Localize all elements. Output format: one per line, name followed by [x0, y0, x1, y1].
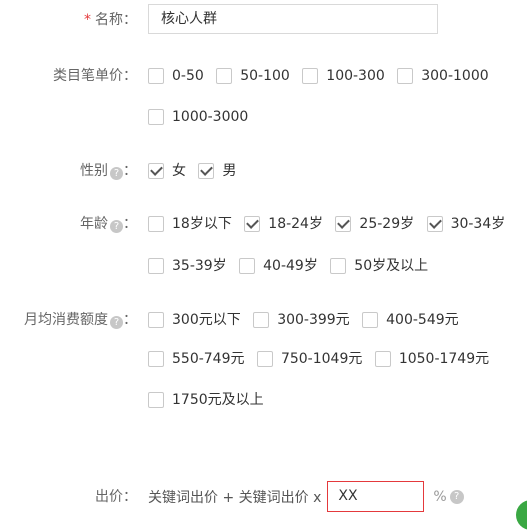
spend-option-400-549[interactable]: 400-549元: [362, 310, 459, 330]
spend-option-300-399[interactable]: 300-399元: [253, 310, 350, 330]
bid-row: 关键词出价 + 关键词出价 x XX % ?: [148, 481, 464, 512]
checkbox[interactable]: [148, 392, 164, 408]
option-label: 1050-1749元: [398, 351, 490, 367]
name-input[interactable]: 核心人群: [148, 4, 438, 34]
checkbox[interactable]: [148, 351, 164, 367]
option-label: 100-300: [326, 68, 385, 84]
checkbox[interactable]: [148, 258, 164, 274]
option-label: 18岁以下: [172, 216, 232, 232]
required-mark: *: [84, 12, 91, 28]
label-colon: ：: [123, 216, 137, 232]
option-label: 男: [222, 163, 237, 179]
monthly-spend-row-3: 1750元及以上: [148, 390, 272, 410]
category-price-option-0-50[interactable]: 0-50: [148, 66, 204, 86]
spend-option-1750-plus[interactable]: 1750元及以上: [148, 390, 264, 410]
checkbox[interactable]: [374, 351, 391, 367]
option-label: 18-24岁: [268, 216, 323, 232]
category-price-option-1000-3000[interactable]: 1000-3000: [148, 107, 248, 127]
age-option-40-49[interactable]: 40-49岁: [239, 256, 318, 276]
checkbox[interactable]: [148, 109, 164, 125]
age-row-1: 18岁以下 18-24岁 25-29岁 30-34岁: [148, 214, 513, 234]
checkbox-checked[interactable]: [148, 163, 164, 179]
gender-option-male[interactable]: 男: [198, 161, 236, 181]
age-option-under-18[interactable]: 18岁以下: [148, 214, 232, 234]
checkbox[interactable]: [253, 312, 270, 328]
option-label: 50-100: [240, 68, 290, 84]
gender-label: 性别?：: [80, 161, 137, 181]
spend-option-750-1049[interactable]: 750-1049元: [256, 349, 363, 369]
checkbox[interactable]: [148, 216, 164, 232]
option-label: 30-34岁: [450, 216, 506, 232]
age-option-50-plus[interactable]: 50岁及以上: [330, 256, 428, 276]
label-colon: ：: [123, 312, 137, 328]
category-price-option-50-100[interactable]: 50-100: [216, 66, 290, 86]
spend-option-under-300[interactable]: 300元以下: [148, 310, 241, 330]
checkbox[interactable]: [239, 258, 256, 274]
monthly-spend-row-2: 550-749元 750-1049元 1050-1749元: [148, 349, 497, 369]
checkbox[interactable]: [148, 68, 164, 84]
checkbox[interactable]: [330, 258, 347, 274]
help-icon[interactable]: ?: [110, 167, 123, 180]
option-label: 50岁及以上: [354, 258, 429, 274]
age-row-2: 35-39岁 40-49岁 50岁及以上: [148, 256, 436, 276]
checkbox-checked[interactable]: [198, 163, 215, 179]
age-option-30-34[interactable]: 30-34岁: [426, 214, 506, 234]
category-price-option-300-1000[interactable]: 300-1000: [397, 66, 489, 86]
option-label: 550-749元: [172, 351, 245, 367]
option-label: 750-1049元: [280, 351, 363, 367]
option-label: 300-399元: [277, 312, 350, 328]
bid-formula: 关键词出价 + 关键词出价 x: [148, 489, 322, 506]
monthly-spend-row-1: 300元以下 300-399元 400-549元: [148, 310, 467, 330]
option-label: 400-549元: [386, 312, 459, 328]
help-icon[interactable]: ?: [449, 489, 464, 504]
gender-row: 女 男: [148, 161, 244, 181]
label-colon: ：: [123, 163, 137, 179]
bid-label: 出价：: [95, 489, 137, 505]
option-label: 1750元及以上: [172, 392, 264, 408]
bid-percent-input[interactable]: XX: [327, 481, 425, 512]
checkbox[interactable]: [256, 351, 273, 367]
option-label: 25-29岁: [359, 216, 415, 232]
help-icon[interactable]: ?: [110, 316, 123, 329]
option-label: 0-50: [172, 68, 204, 84]
checkbox[interactable]: [302, 68, 319, 84]
checkbox[interactable]: [216, 68, 233, 84]
category-price-option-100-300[interactable]: 100-300: [302, 66, 385, 86]
gender-option-female[interactable]: 女: [148, 161, 186, 181]
checkbox-checked[interactable]: [335, 216, 352, 232]
age-option-25-29[interactable]: 25-29岁: [335, 214, 414, 234]
age-label: 年龄?：: [80, 214, 137, 234]
checkbox[interactable]: [148, 312, 164, 328]
age-option-18-24[interactable]: 18-24岁: [244, 214, 323, 234]
checkbox-checked[interactable]: [244, 216, 261, 232]
corner-badge[interactable]: [516, 500, 527, 530]
checkbox-checked[interactable]: [426, 216, 443, 232]
category-price-label: 类目笔单价：: [53, 68, 137, 84]
option-label: 35-39岁: [172, 258, 227, 274]
checkbox[interactable]: [362, 312, 379, 328]
spend-option-550-749[interactable]: 550-749元: [148, 349, 245, 369]
category-price-row-2: 1000-3000: [148, 107, 256, 127]
option-label: 女: [172, 163, 186, 179]
checkbox[interactable]: [397, 68, 414, 84]
option-label: 1000-3000: [172, 109, 249, 125]
age-option-35-39[interactable]: 35-39岁: [148, 256, 227, 276]
monthly-spend-label-text: 月均消费额度: [24, 312, 108, 328]
option-label: 300-1000: [421, 68, 489, 84]
age-label-text: 年龄: [80, 216, 108, 232]
name-label: * 名称：: [84, 10, 137, 30]
help-icon[interactable]: ?: [110, 220, 123, 233]
option-label: 40-49岁: [263, 258, 318, 274]
name-label-text: 名称：: [95, 12, 137, 28]
monthly-spend-label: 月均消费额度?：: [24, 310, 137, 330]
spend-option-1050-1749[interactable]: 1050-1749元: [374, 349, 490, 369]
option-label: 300元以下: [172, 312, 241, 328]
percent-unit: %: [433, 488, 447, 505]
gender-label-text: 性别: [80, 163, 108, 179]
category-price-row-1: 0-50 50-100 100-300 300-1000: [148, 66, 497, 86]
